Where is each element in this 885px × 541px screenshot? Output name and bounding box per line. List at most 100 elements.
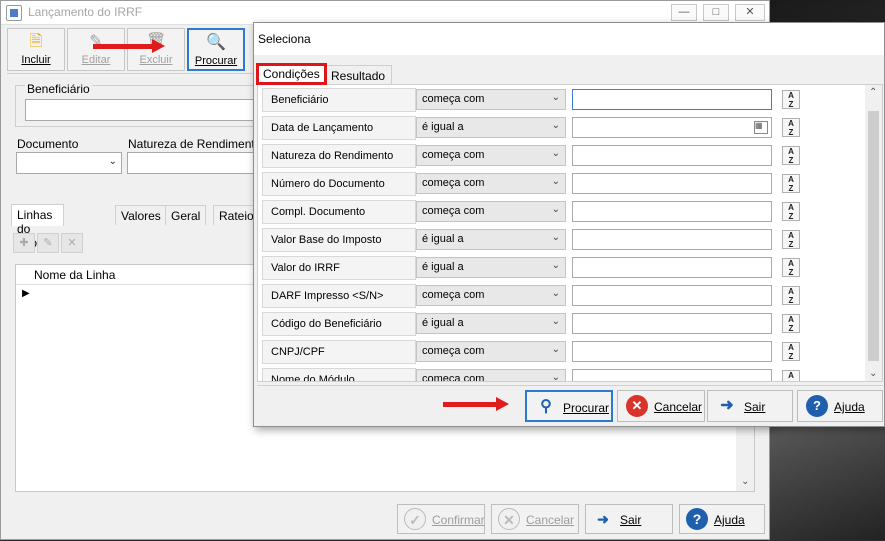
sort-az-icon[interactable]: AZ: [782, 202, 800, 221]
help-icon: ?: [686, 508, 708, 530]
condition-operator-select[interactable]: começa com ⌄: [416, 89, 566, 110]
cancelar-button[interactable]: ✕ Cancelar: [491, 504, 579, 534]
sort-az-icon[interactable]: AZ: [782, 314, 800, 333]
sort-az-icon[interactable]: AZ: [782, 370, 800, 381]
condition-row: CNPJ/CPF começa com ⌄ A Z: [262, 339, 862, 365]
dialog-ajuda-button[interactable]: ? Ajuda: [797, 390, 883, 422]
help-icon: ?: [806, 395, 828, 417]
conditions-panel: Beneficiário começa com ⌄ A Z Data de Lançame…: [257, 84, 883, 382]
condition-row: Beneficiário começa com ⌄ A Z: [262, 87, 862, 113]
condition-operator-select[interactable]: começa com ⌄: [416, 201, 566, 222]
chevron-down-icon: ⌄: [551, 372, 560, 382]
sort-az-icon[interactable]: AZ: [782, 342, 800, 361]
sort-az-icon[interactable]: AZ: [782, 286, 800, 305]
ajuda-button[interactable]: ? Ajuda: [679, 504, 765, 534]
add-line-icon[interactable]: ✚: [13, 233, 35, 253]
sort-az-icon[interactable]: AZ: [782, 146, 800, 165]
exit-door-icon: ➜: [597, 511, 609, 527]
condition-value-input[interactable]: [572, 173, 772, 194]
sort-az-icon[interactable]: AZ: [782, 90, 800, 109]
delete-line-icon[interactable]: ✕: [61, 233, 83, 253]
edit-line-icon[interactable]: ✎: [37, 233, 59, 253]
confirmar-button[interactable]: ✓ Confirmar: [397, 504, 485, 534]
dialog-procurar-button[interactable]: ⚲ Procurar: [525, 390, 613, 422]
tab-resultado[interactable]: Resultado: [324, 65, 393, 85]
condition-operator-value: começa com: [422, 289, 485, 301]
dialog-cancelar-button[interactable]: ✕ Cancelar: [617, 390, 705, 422]
sort-az-icon[interactable]: AZ: [782, 230, 800, 249]
condition-value-input[interactable]: [572, 229, 772, 250]
grid-scrollbar[interactable]: ⌄: [736, 425, 754, 491]
condition-value-input[interactable]: ▦: [572, 117, 772, 138]
sort-az-icon[interactable]: AZ: [782, 174, 800, 193]
annotation-arrow: [93, 39, 165, 53]
condition-value-input[interactable]: [572, 145, 772, 166]
condition-operator-select[interactable]: começa com ⌄: [416, 285, 566, 306]
condition-value-input[interactable]: [572, 369, 772, 381]
calendar-icon[interactable]: ▦: [754, 121, 768, 134]
tab-condicoes[interactable]: Condições: [256, 63, 327, 85]
chevron-down-icon: ⌄: [551, 204, 560, 215]
maximize-button[interactable]: □: [703, 4, 729, 21]
dialog-sair-button[interactable]: ➜ Sair: [707, 390, 793, 422]
incluir-button[interactable]: 🗎 Incluir: [7, 28, 65, 71]
condition-field-label: Natureza do Rendimento: [262, 144, 416, 168]
sort-az-icon[interactable]: AZ: [782, 118, 800, 137]
cancel-icon: ✕: [498, 508, 520, 530]
condition-operator-value: começa com: [422, 373, 485, 382]
scroll-thumb[interactable]: [868, 111, 879, 361]
minimize-button[interactable]: —: [671, 4, 697, 21]
search-icon: ⚲: [540, 398, 552, 415]
exit-door-icon: ➜: [720, 397, 734, 414]
condition-field-label: Valor Base do Imposto: [262, 228, 416, 252]
seleciona-dialog: Seleciona Condições Resultado Beneficiár…: [253, 22, 885, 427]
scroll-up-icon[interactable]: ⌃: [869, 87, 877, 98]
main-bottom-bar: ✓ Confirmar ✕ Cancelar ➜ Sair ? Ajuda: [1, 498, 771, 541]
condition-operator-select[interactable]: começa com ⌄: [416, 341, 566, 362]
condition-field-label: Número do Documento: [262, 172, 416, 196]
chevron-down-icon: ⌄: [551, 120, 560, 131]
condition-field-label: Compl. Documento: [262, 200, 416, 224]
natureza-label: Natureza de Rendimento: [126, 137, 264, 151]
natureza-field[interactable]: [127, 152, 261, 174]
documento-combo[interactable]: ⌄: [16, 152, 122, 174]
sair-button[interactable]: ➜ Sair: [585, 504, 673, 534]
condition-value-input[interactable]: [572, 89, 772, 110]
condition-field-label: CNPJ/CPF: [262, 340, 416, 364]
row-pointer-icon: ▶: [22, 288, 30, 299]
tab-geral[interactable]: Geral: [165, 205, 207, 225]
edit-document-icon: ✎: [89, 33, 103, 50]
condition-field-label: Beneficiário: [262, 88, 416, 112]
condition-value-input[interactable]: [572, 285, 772, 306]
condition-value-input[interactable]: [572, 201, 772, 222]
scroll-down-icon[interactable]: ⌄: [869, 368, 877, 379]
condition-operator-select[interactable]: começa com ⌄: [416, 369, 566, 382]
app-icon: [6, 5, 22, 21]
editar-button[interactable]: ✎ Editar: [67, 28, 125, 71]
condition-value-input[interactable]: [572, 341, 772, 362]
column-nome-da-linha: Nome da Linha: [34, 268, 116, 282]
sort-az-icon[interactable]: AZ: [782, 258, 800, 277]
condition-row: Código do Beneficiário é igual a ⌄ A Z: [262, 311, 862, 337]
condition-operator-select[interactable]: começa com ⌄: [416, 145, 566, 166]
condition-operator-select[interactable]: é igual a ⌄: [416, 257, 566, 278]
window-title: Lançamento do IRRF: [28, 5, 143, 19]
condition-operator-value: começa com: [422, 177, 485, 189]
chevron-down-icon: ⌄: [551, 176, 560, 187]
condition-operator-select[interactable]: é igual a ⌄: [416, 313, 566, 334]
condition-operator-value: é igual a: [422, 121, 464, 133]
tab-valores[interactable]: Valores: [115, 205, 167, 225]
condition-operator-select[interactable]: começa com ⌄: [416, 173, 566, 194]
condition-value-input[interactable]: [572, 257, 772, 278]
tab-linhas-do-informe[interactable]: Linhas do Informe: [11, 204, 64, 250]
dialog-tabs: Condições Resultado: [256, 63, 884, 85]
beneficiario-field[interactable]: [25, 99, 261, 121]
conditions-scrollbar[interactable]: ⌃ ⌄: [865, 85, 882, 381]
condition-value-input[interactable]: [572, 313, 772, 334]
condition-row: Valor do IRRF é igual a ⌄ A Z: [262, 255, 862, 281]
close-button[interactable]: ✕: [735, 4, 765, 21]
procurar-button[interactable]: 🔍 Procurar: [187, 28, 245, 71]
condition-operator-select[interactable]: é igual a ⌄: [416, 117, 566, 138]
condition-operator-select[interactable]: é igual a ⌄: [416, 229, 566, 250]
scroll-down-icon[interactable]: ⌄: [741, 476, 749, 487]
